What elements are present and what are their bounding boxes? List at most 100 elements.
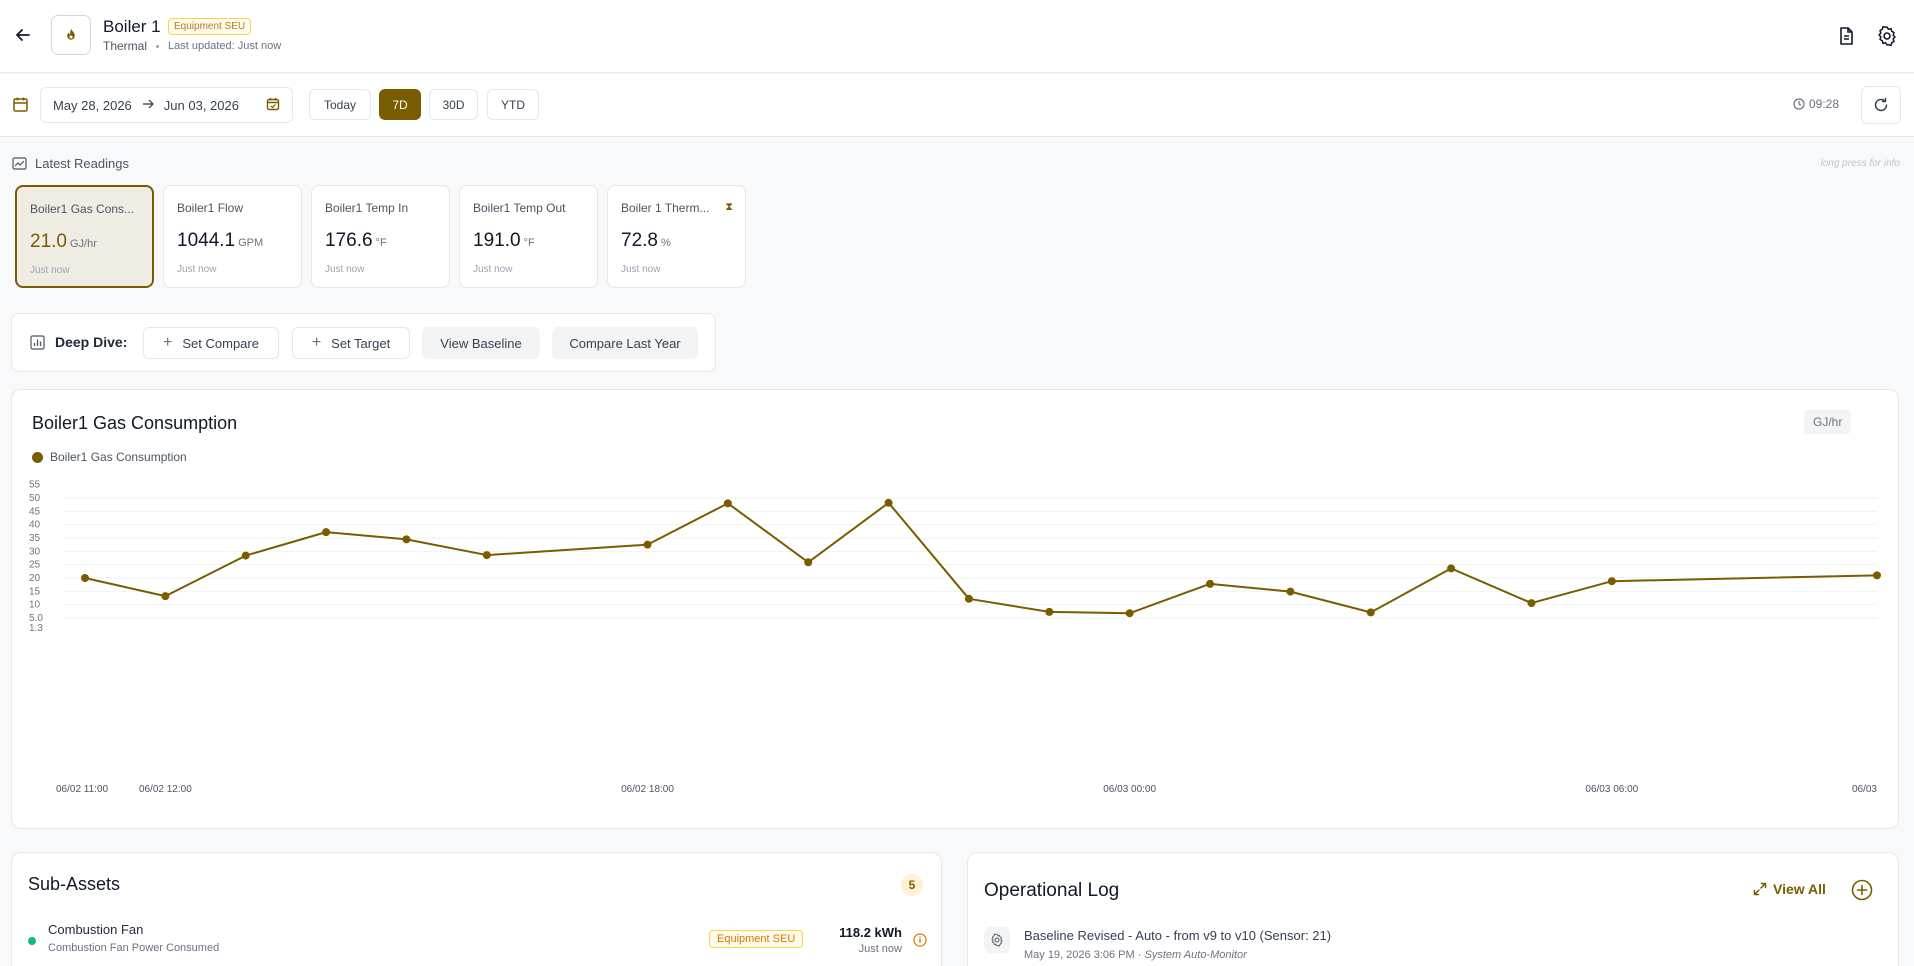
set-compare-label: Set Compare <box>182 335 259 351</box>
separator-dot <box>156 44 160 48</box>
compare-last-year-button[interactable]: Compare Last Year <box>552 327 698 359</box>
data-point <box>964 594 973 603</box>
refresh-button[interactable] <box>1861 86 1901 124</box>
asset-icon <box>51 15 91 55</box>
asset-category: Thermal <box>103 39 148 53</box>
latest-readings-label: Latest Readings <box>12 156 129 171</box>
gear-icon <box>1878 25 1896 47</box>
data-point <box>1366 608 1375 617</box>
activity-chart-icon <box>12 157 27 170</box>
reading-time: Just now <box>325 264 365 275</box>
x-tick-label: 06/02 11:00 <box>56 784 109 795</box>
y-tick-label: 1.3 <box>29 623 43 634</box>
last-updated: Last updated: Just now <box>168 40 282 52</box>
flame-icon <box>67 28 75 40</box>
operational-log-panel: Operational Log View All Baseline Revise… <box>967 852 1899 966</box>
data-point <box>723 499 732 508</box>
calendar-check-icon <box>266 97 280 114</box>
sub-asset-value: 118.2 kWh <box>839 925 902 940</box>
data-point <box>1447 564 1456 573</box>
view-all-button[interactable]: View All <box>1753 881 1826 897</box>
y-tick-label: 50 <box>29 493 41 504</box>
data-point <box>402 535 411 544</box>
log-entry-author: System Auto-Monitor <box>1144 949 1247 961</box>
add-log-button[interactable] <box>1851 879 1873 906</box>
y-tick-label: 55 <box>29 480 41 491</box>
range-ytd-button[interactable]: YTD <box>487 89 539 120</box>
reading-unit: °F <box>523 237 535 249</box>
reading-card-gas-consumption[interactable]: Boiler1 Gas Cons... 21.0 GJ/hr Just now <box>15 185 154 288</box>
reading-time: Just now <box>473 264 513 275</box>
end-date: Jun 03, 2026 <box>163 97 239 113</box>
x-tick-label: 06/03 06:00 <box>1585 784 1638 795</box>
document-icon <box>1840 27 1853 45</box>
reading-time: Just now <box>177 264 217 275</box>
reading-card-temp-out[interactable]: Boiler1 Temp Out 191.0 °F Just now <box>459 185 598 288</box>
view-baseline-button[interactable]: View Baseline <box>422 327 540 359</box>
x-tick-label: 06/02 12:00 <box>139 784 192 795</box>
y-tick-label: 5.0 <box>29 613 43 624</box>
deep-dive-bar: Deep Dive: + Set Compare + Set Target Vi… <box>11 313 716 372</box>
reading-title: Boiler1 Temp In <box>325 201 409 215</box>
reading-title: Boiler1 Temp Out <box>473 201 566 215</box>
equipment-seu-badge: Equipment SEU <box>168 18 252 35</box>
y-tick-label: 40 <box>29 520 41 531</box>
y-tick-label: 45 <box>29 506 41 517</box>
data-point <box>482 551 491 560</box>
status-dot <box>28 937 36 945</box>
y-tick-label: 10 <box>29 600 41 611</box>
log-entry-meta: May 19, 2026 3:06 PM · System Auto-Monit… <box>1024 949 1247 961</box>
reading-card-thermal-efficiency[interactable]: Boiler 1 Therm... ⧗ 72.8% Just now <box>607 185 746 288</box>
data-point <box>1607 577 1616 586</box>
y-tick-label: 30 <box>29 546 41 557</box>
hourglass-icon: ⧗ <box>725 201 733 213</box>
reading-value-row: 1044.1 GPM <box>177 230 263 252</box>
sub-assets-title: Sub-Assets <box>28 874 121 894</box>
page-title: Boiler 1 <box>103 17 161 36</box>
gear-icon <box>991 933 1003 947</box>
reading-unit: GJ/hr <box>69 238 97 250</box>
date-toolbar: May 28, 2026 Jun 03, 2026 Today 7D 30D Y… <box>0 74 1914 137</box>
time-text: 09:28 <box>1809 97 1840 111</box>
date-range-picker[interactable]: May 28, 2026 Jun 03, 2026 <box>40 87 293 123</box>
data-point <box>81 574 89 582</box>
reading-title: Boiler1 Flow <box>177 201 244 215</box>
y-tick-label: 15 <box>29 586 41 597</box>
reading-value: 176.6 <box>325 230 373 251</box>
reading-title: Boiler 1 Therm... <box>621 201 710 215</box>
x-tick-label: 06/03 00:00 <box>1103 784 1156 795</box>
deep-dive-label: Deep Dive: <box>30 334 127 350</box>
set-target-button[interactable]: + Set Target <box>292 327 410 359</box>
app-header: Boiler 1 Equipment SEU Thermal Last upda… <box>0 0 1914 73</box>
range-today-button[interactable]: Today <box>309 89 371 120</box>
log-entry-separator: · <box>1137 949 1142 961</box>
reading-card-temp-in[interactable]: Boiler1 Temp In 176.6 °F Just now <box>311 185 450 288</box>
set-compare-button[interactable]: + Set Compare <box>143 327 279 359</box>
reading-value-row: 72.8% <box>621 230 671 252</box>
sub-assets-count: 5 <box>901 874 923 896</box>
expand-icon <box>1753 882 1767 896</box>
data-point <box>643 540 652 549</box>
data-point <box>884 498 893 507</box>
equipment-seu-badge: Equipment SEU <box>709 930 804 948</box>
y-tick-label: 35 <box>29 533 41 544</box>
data-point <box>322 528 331 537</box>
y-tick-label: 25 <box>29 560 41 571</box>
start-date: May 28, 2026 <box>53 97 132 113</box>
reading-card-flow[interactable]: Boiler1 Flow 1044.1 GPM Just now <box>163 185 302 288</box>
range-7d-button[interactable]: 7D <box>379 89 421 120</box>
series-line <box>84 501 1878 615</box>
long-press-hint: long press for info <box>1820 158 1901 169</box>
report-button[interactable] <box>1834 24 1858 48</box>
reading-value: 21.0 <box>30 231 67 252</box>
data-point <box>1873 571 1881 580</box>
reading-value: 72.8 <box>621 230 658 251</box>
line-chart[interactable]: 1.35.0 10 15 20 25 30 35 40 45 50 55 06/02 11:00 06/… <box>12 390 1900 830</box>
data-point <box>1045 607 1054 616</box>
info-icon[interactable] <box>913 933 927 952</box>
range-30d-button[interactable]: 30D <box>429 89 478 120</box>
data-point <box>804 558 813 567</box>
sub-asset-time: Just now <box>858 943 902 955</box>
settings-button[interactable] <box>1875 24 1899 48</box>
back-button[interactable] <box>10 22 36 48</box>
